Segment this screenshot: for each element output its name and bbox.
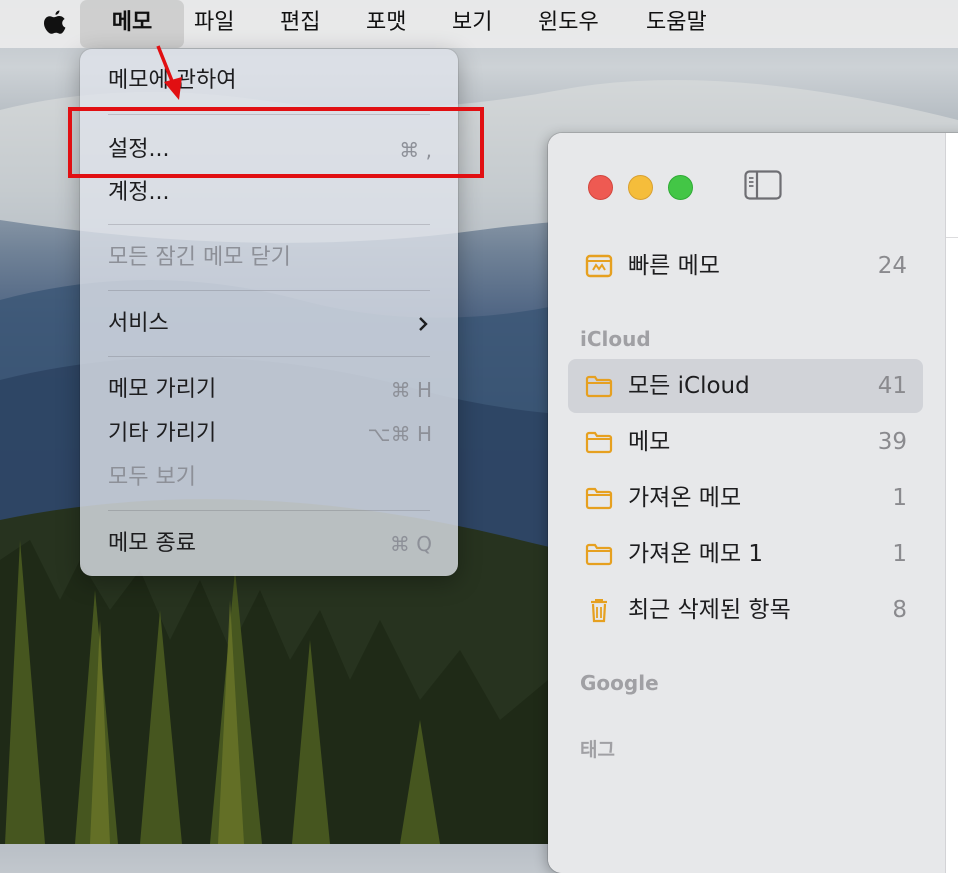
menu-item-close-locked-notes: 모든 잠긴 메모 닫기 <box>108 245 291 270</box>
folder-icon <box>585 375 613 398</box>
menu-separator <box>108 224 430 225</box>
sidebar-item-recently-deleted[interactable]: 최근 삭제된 항목 8 <box>568 583 923 637</box>
menu-item-hide-others[interactable]: 기타 가리기 ⌥⌘ H <box>108 414 432 454</box>
section-header-tags[interactable]: 태그 <box>580 735 615 762</box>
sidebar-item-count: 8 <box>892 597 907 623</box>
menu-separator <box>108 356 430 357</box>
folder-icon <box>585 487 613 510</box>
menu-window[interactable]: 윈도우 <box>538 0 599 48</box>
menu-separator <box>108 510 430 511</box>
menu-separator <box>108 290 430 291</box>
shortcut-label: ⌥⌘ H <box>367 422 432 446</box>
sidebar-item-count: 1 <box>892 541 907 567</box>
sidebar-item-count: 39 <box>877 429 907 455</box>
section-header-icloud[interactable]: iCloud <box>580 327 651 351</box>
menu-file[interactable]: 파일 <box>194 0 234 48</box>
sidebar-item-label: 가져온 메모 <box>628 485 742 511</box>
sidebar-item-notes[interactable]: 메모 39 <box>568 415 923 469</box>
sidebar: 빠른 메모 24 iCloud 모든 iCloud 41 메모 39 가져온 메… <box>548 133 945 873</box>
apple-logo-icon[interactable] <box>40 9 68 39</box>
menu-item-label: 서비스 <box>108 311 169 336</box>
sidebar-item-label: 메모 <box>628 429 671 455</box>
menu-item-label: 메모 가리기 <box>108 377 217 402</box>
note-list-pane <box>945 133 958 873</box>
menu-view[interactable]: 보기 <box>452 0 492 48</box>
sidebar-item-label: 가져온 메모 1 <box>628 541 764 567</box>
sidebar-toggle-icon[interactable] <box>744 170 782 200</box>
annotation-highlight-box <box>68 107 484 178</box>
menu-help[interactable]: 도움말 <box>646 0 707 48</box>
close-window-button[interactable] <box>588 175 613 200</box>
shortcut-label: ⌘ H <box>390 378 432 402</box>
minimize-window-button[interactable] <box>628 175 653 200</box>
maximize-window-button[interactable] <box>668 175 693 200</box>
notes-window: 빠른 메모 24 iCloud 모든 iCloud 41 메모 39 가져온 메… <box>548 133 958 873</box>
shortcut-label: ⌘ Q <box>389 532 432 556</box>
section-header-google[interactable]: Google <box>580 671 659 695</box>
menu-item-label: 기타 가리기 <box>108 421 217 446</box>
sidebar-item-label: 최근 삭제된 항목 <box>628 597 791 623</box>
folder-icon <box>585 431 613 454</box>
menu-item-accounts[interactable]: 계정... <box>108 173 432 213</box>
divider <box>946 237 958 238</box>
sidebar-item-count: 1 <box>892 485 907 511</box>
menu-item-hide-notes[interactable]: 메모 가리기 ⌘ H <box>108 370 432 410</box>
sidebar-item-label: 빠른 메모 <box>628 253 720 279</box>
menu-bar: 메모 파일 편집 포맷 보기 윈도우 도움말 <box>0 0 958 48</box>
menu-format[interactable]: 포맷 <box>366 0 406 48</box>
sidebar-item-imported-notes-1[interactable]: 가져온 메모 1 1 <box>568 527 923 581</box>
menu-item-services[interactable]: 서비스 <box>108 304 432 344</box>
sidebar-item-all-icloud[interactable]: 모든 iCloud 41 <box>568 359 923 413</box>
sidebar-item-quick-notes[interactable]: 빠른 메모 24 <box>568 239 923 293</box>
menu-edit[interactable]: 편집 <box>280 0 320 48</box>
menu-item-label: 메모 종료 <box>108 531 196 556</box>
quick-note-icon <box>585 254 613 278</box>
chevron-right-icon <box>419 317 428 331</box>
menu-item-show-all: 모두 보기 <box>108 465 196 490</box>
folder-icon <box>585 543 613 566</box>
sidebar-item-imported-notes[interactable]: 가져온 메모 1 <box>568 471 923 525</box>
sidebar-item-label: 모든 iCloud <box>628 373 750 399</box>
trash-icon <box>591 599 607 623</box>
menu-item-quit[interactable]: 메모 종료 ⌘ Q <box>108 524 432 564</box>
sidebar-item-count: 24 <box>877 253 907 279</box>
sidebar-item-count: 41 <box>877 373 907 399</box>
menu-app-notes[interactable]: 메모 <box>80 0 184 48</box>
annotation-arrow-icon <box>156 45 182 100</box>
